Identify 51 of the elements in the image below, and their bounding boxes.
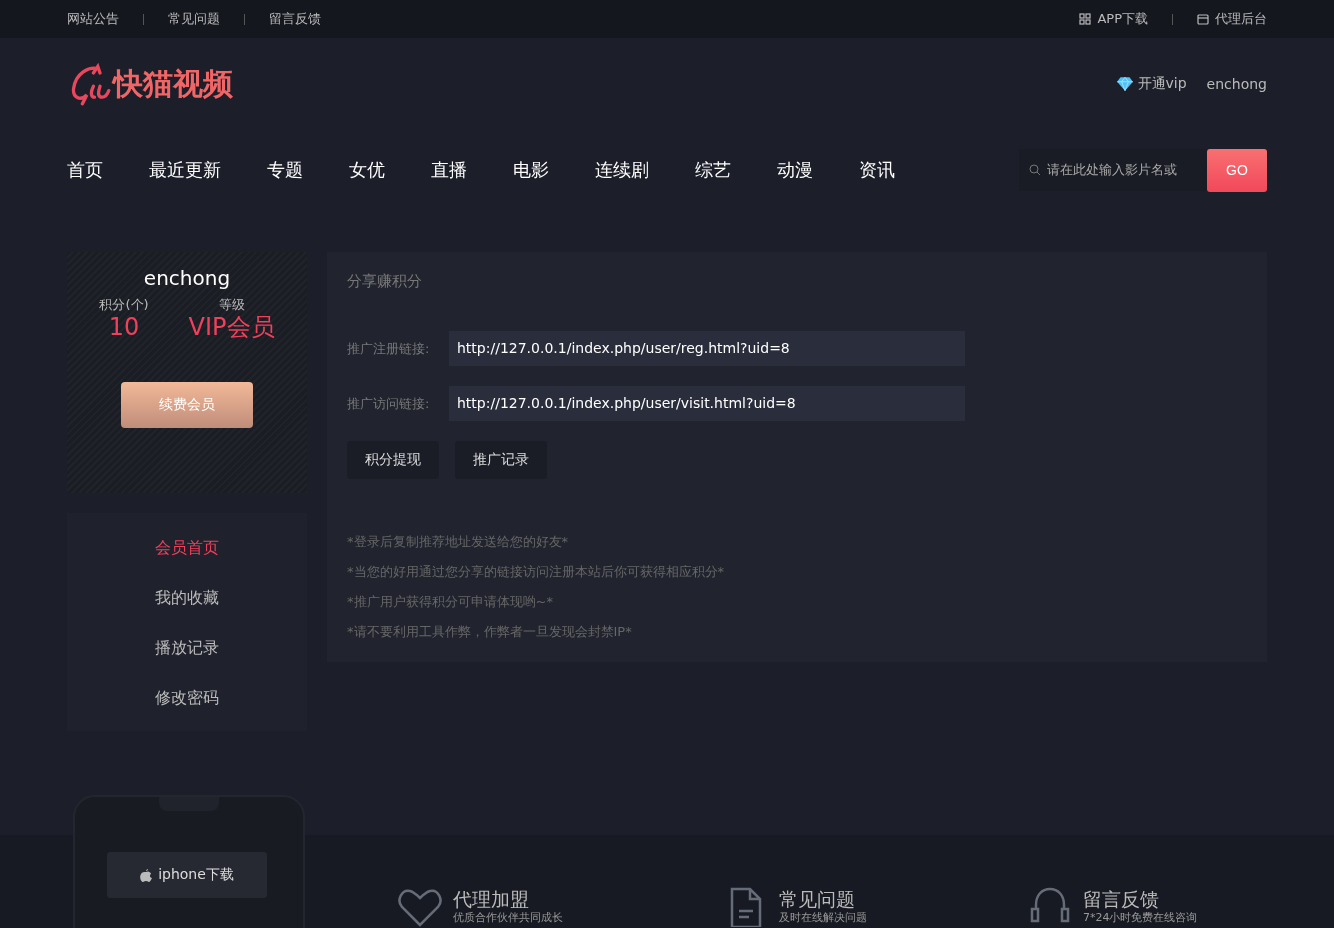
- menu-item[interactable]: 会员首页: [155, 525, 219, 575]
- nav-link[interactable]: 资讯: [859, 158, 895, 182]
- nav-link[interactable]: 直播: [431, 158, 467, 182]
- menu-item[interactable]: 我的收藏: [155, 575, 219, 625]
- top-link[interactable]: 代理后台: [1215, 10, 1267, 28]
- stat-label: 等级: [218, 296, 245, 314]
- footer-subtitle: 优质合作伙伴共同成长: [453, 911, 563, 925]
- action-button[interactable]: 推广记录: [455, 441, 547, 479]
- search-icon: [1029, 163, 1041, 176]
- nav-link[interactable]: 电影: [513, 158, 549, 182]
- level-value: VIP会员: [188, 314, 275, 341]
- nav-link[interactable]: 动漫: [777, 158, 813, 182]
- top-link[interactable]: 常见问题: [168, 10, 220, 28]
- field-label: 推广注册链接:: [347, 339, 431, 358]
- username-link[interactable]: enchong: [1206, 75, 1267, 93]
- field-label: 推广访问链接:: [347, 394, 431, 413]
- grid-icon: [1079, 13, 1092, 25]
- menu-item[interactable]: 修改密码: [155, 675, 219, 725]
- link-field[interactable]: http://127.0.0.1/index.php/user/visit.html?uid=8: [449, 386, 965, 421]
- nav-link[interactable]: 女优: [349, 158, 385, 182]
- top-link[interactable]: 留言反馈: [269, 10, 321, 28]
- nav-link[interactable]: 专题: [267, 158, 303, 182]
- nav-link[interactable]: 连续剧: [595, 158, 649, 182]
- panel-title: 分享赚积分: [347, 272, 423, 291]
- footer-subtitle: 及时在线解决问题: [779, 911, 867, 925]
- heart-icon: [397, 887, 443, 927]
- diamond-icon: [1115, 76, 1134, 92]
- logo-text: 快猫视频: [113, 64, 233, 103]
- username: enchong: [143, 266, 231, 290]
- nav-link[interactable]: 首页: [67, 158, 103, 182]
- search-field[interactable]: 请在此处输入影片名或: [1019, 148, 1207, 191]
- link-field[interactable]: http://127.0.0.1/index.php/user/reg.html?uid=8: [449, 331, 965, 366]
- nav-link[interactable]: 综艺: [695, 158, 731, 182]
- note-text: *当您的好用通过您分享的链接访问注册本站后你可获得相应积分*: [347, 563, 725, 581]
- menu-item[interactable]: 播放记录: [155, 625, 219, 675]
- footer-title: 常见问题: [779, 887, 856, 911]
- open-vip-link[interactable]: 开通vip: [1115, 75, 1187, 93]
- points-value: 10: [108, 314, 140, 341]
- store-icon: [1197, 13, 1209, 25]
- nav-link[interactable]: 最近更新: [149, 158, 221, 182]
- note-text: *登录后复制推荐地址发送给您的好友*: [347, 533, 569, 551]
- note-text: *推广用户获得积分可申请体现哟~*: [347, 593, 554, 611]
- footer-subtitle: 7*24小时免费在线咨询: [1083, 911, 1198, 925]
- action-button[interactable]: 积分提现: [347, 441, 439, 479]
- footer-title: 留言反馈: [1083, 887, 1160, 911]
- top-link[interactable]: 网站公告: [67, 10, 119, 28]
- apple-icon: [140, 868, 153, 882]
- top-link[interactable]: APP下载: [1097, 10, 1148, 28]
- footer-title: 代理加盟: [453, 887, 530, 911]
- iphone-download-button[interactable]: iphone下载: [107, 852, 267, 898]
- stat-label: 积分(个): [99, 296, 149, 314]
